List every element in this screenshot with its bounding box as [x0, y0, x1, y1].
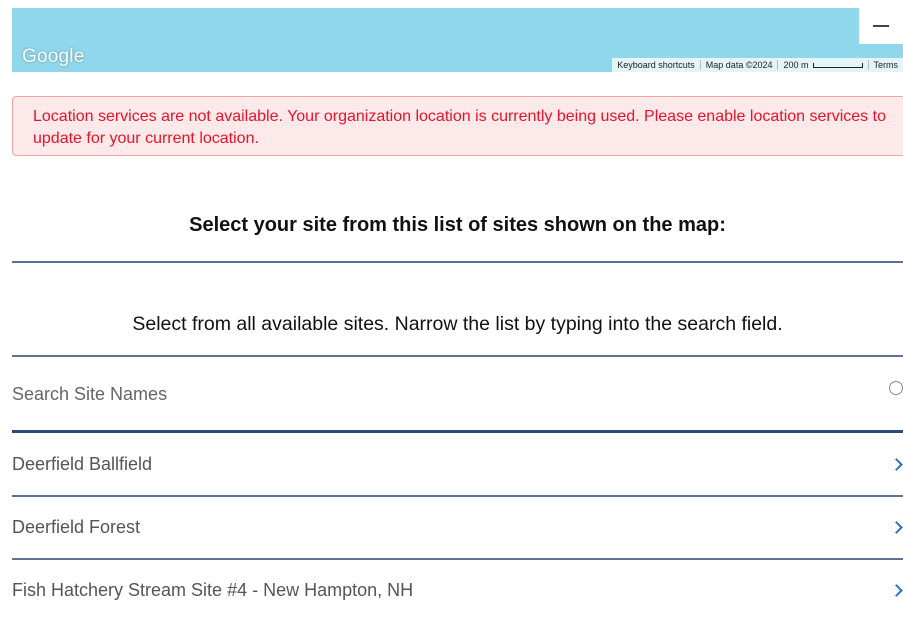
search-icon[interactable]	[889, 381, 903, 395]
divider	[12, 355, 903, 357]
list-item[interactable]: Deerfield Ballfield	[12, 434, 903, 495]
chevron-right-icon	[890, 458, 903, 471]
zoom-out-button[interactable]	[859, 8, 903, 44]
site-name: Deerfield Ballfield	[12, 454, 152, 475]
list-item[interactable]: Deerfield Forest	[12, 497, 903, 558]
list-item[interactable]: Fish Hatchery Stream Site #4 - New Hampt…	[12, 560, 903, 621]
google-logo: Google	[22, 46, 84, 68]
keyboard-shortcuts-link[interactable]: Keyboard shortcuts	[612, 60, 700, 70]
map-attribution: Keyboard shortcuts Map data ©2024 200 m …	[612, 58, 903, 72]
location-alert: Location services are not available. You…	[12, 96, 903, 156]
map-data-label[interactable]: Map data ©2024	[700, 60, 778, 70]
map-scale[interactable]: 200 m	[777, 60, 867, 70]
terms-link[interactable]: Terms	[868, 60, 903, 70]
alert-message: Location services are not available. You…	[33, 108, 886, 147]
search-field[interactable]	[12, 358, 903, 430]
chevron-right-icon	[890, 521, 903, 534]
instructions-text: Select from all available sites. Narrow …	[12, 313, 903, 336]
map-view[interactable]: Google Keyboard shortcuts Map data ©2024…	[12, 8, 903, 72]
page-heading: Select your site from this list of sites…	[12, 214, 903, 237]
search-input[interactable]	[12, 384, 903, 405]
site-name: Fish Hatchery Stream Site #4 - New Hampt…	[12, 580, 413, 601]
site-name: Deerfield Forest	[12, 517, 140, 538]
search-underline	[12, 430, 903, 433]
scale-bar-icon	[813, 63, 863, 68]
chevron-right-icon	[890, 584, 903, 597]
divider	[12, 261, 903, 263]
map-scale-label: 200 m	[783, 60, 808, 70]
